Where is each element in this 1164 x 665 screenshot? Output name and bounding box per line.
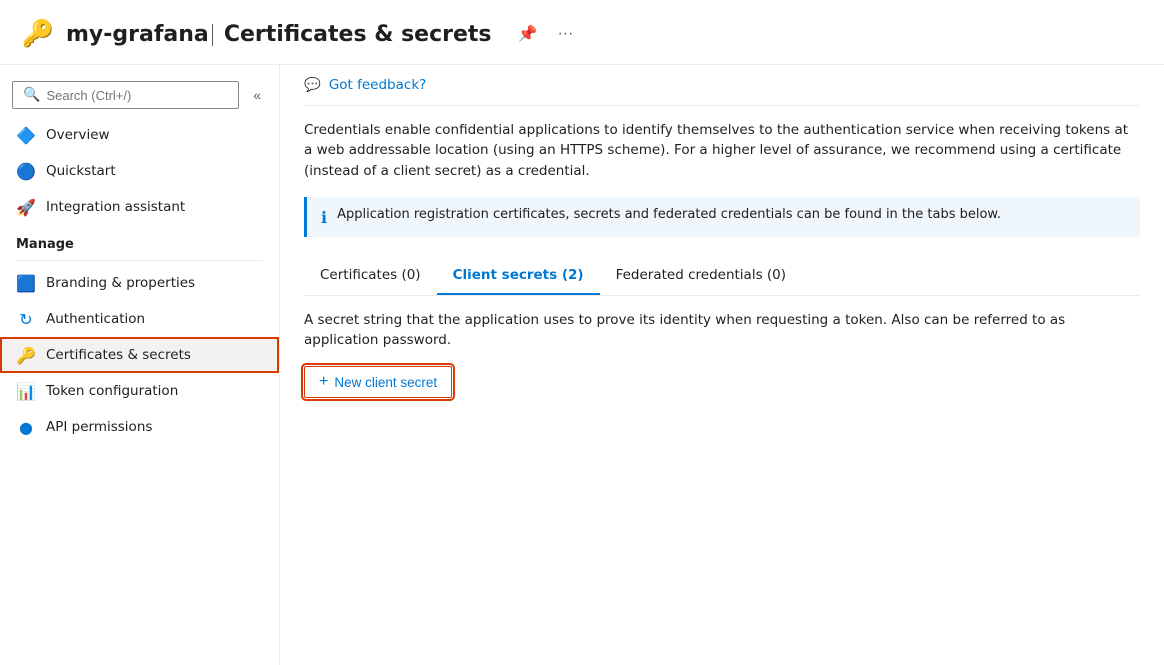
feedback-label: Got feedback? <box>329 77 427 93</box>
manage-section-label: Manage <box>0 225 279 256</box>
sidebar: 🔍 « 🔷 Overview 🔵 Quickstart 🚀 Integratio… <box>0 65 280 665</box>
app-name: my-grafana <box>66 22 209 47</box>
header-actions: 📌 ··· <box>514 20 578 48</box>
section-description: A secret string that the application use… <box>304 310 1140 351</box>
sidebar-item-integration[interactable]: 🚀 Integration assistant <box>0 189 279 225</box>
sidebar-item-label: Branding & properties <box>46 275 195 291</box>
description-text: Credentials enable confidential applicat… <box>304 106 1140 197</box>
search-container: 🔍 « <box>0 73 279 117</box>
info-banner-text: Application registration certificates, s… <box>337 207 1001 222</box>
sidebar-item-token[interactable]: 📊 Token configuration <box>0 373 279 409</box>
sidebar-item-authentication[interactable]: ↻ Authentication <box>0 301 279 337</box>
branding-icon: 🟦 <box>16 273 36 293</box>
overview-icon: 🔷 <box>16 125 36 145</box>
plus-icon: + <box>319 373 328 391</box>
sidebar-item-api-permissions[interactable]: ● API permissions <box>0 409 279 445</box>
sidebar-item-label: Authentication <box>46 311 145 327</box>
integration-icon: 🚀 <box>16 197 36 217</box>
title-separator: | <box>209 22 216 47</box>
sidebar-item-branding[interactable]: 🟦 Branding & properties <box>0 265 279 301</box>
sidebar-item-overview[interactable]: 🔷 Overview <box>0 117 279 153</box>
sidebar-item-label: Token configuration <box>46 383 178 399</box>
tab-certificates[interactable]: Certificates (0) <box>304 257 437 295</box>
info-icon: ℹ <box>321 208 327 227</box>
tab-client-secrets[interactable]: Client secrets (2) <box>437 257 600 295</box>
certs-icon: 🔑 <box>16 345 36 365</box>
search-icon: 🔍 <box>23 87 40 103</box>
more-options-button[interactable]: ··· <box>553 21 577 47</box>
api-permissions-icon: ● <box>16 417 36 437</box>
sidebar-item-certs-secrets[interactable]: 🔑 Certificates & secrets <box>0 337 279 373</box>
token-icon: 📊 <box>16 381 36 401</box>
app-icon: 🔑 <box>20 16 56 52</box>
sidebar-item-label: Quickstart <box>46 163 116 179</box>
main-layout: 🔍 « 🔷 Overview 🔵 Quickstart 🚀 Integratio… <box>0 65 1164 665</box>
sidebar-divider <box>16 260 263 261</box>
authentication-icon: ↻ <box>16 309 36 329</box>
content-area: 💬 Got feedback? Credentials enable confi… <box>280 65 1164 665</box>
search-box[interactable]: 🔍 <box>12 81 239 109</box>
sidebar-item-label: Integration assistant <box>46 199 185 215</box>
sidebar-item-label: Overview <box>46 127 110 143</box>
sidebar-item-quickstart[interactable]: 🔵 Quickstart <box>0 153 279 189</box>
collapse-button[interactable]: « <box>247 83 267 107</box>
quickstart-icon: 🔵 <box>16 161 36 181</box>
search-input[interactable] <box>46 88 228 103</box>
info-banner: ℹ Application registration certificates,… <box>304 197 1140 237</box>
new-secret-label: New client secret <box>334 375 437 390</box>
pin-button[interactable]: 📌 <box>514 20 542 48</box>
feedback-icon: 💬 <box>304 77 321 93</box>
tabs-container: Certificates (0) Client secrets (2) Fede… <box>304 257 1140 296</box>
feedback-bar[interactable]: 💬 Got feedback? <box>304 65 1140 106</box>
page-title: my-grafana| Certificates & secrets <box>66 22 492 47</box>
tab-federated-credentials[interactable]: Federated credentials (0) <box>600 257 802 295</box>
page-name: Certificates & secrets <box>224 22 492 47</box>
page-header: 🔑 my-grafana| Certificates & secrets 📌 ·… <box>0 0 1164 65</box>
new-client-secret-button[interactable]: + New client secret <box>304 366 452 398</box>
sidebar-item-label: API permissions <box>46 419 152 435</box>
sidebar-item-label: Certificates & secrets <box>46 347 191 363</box>
